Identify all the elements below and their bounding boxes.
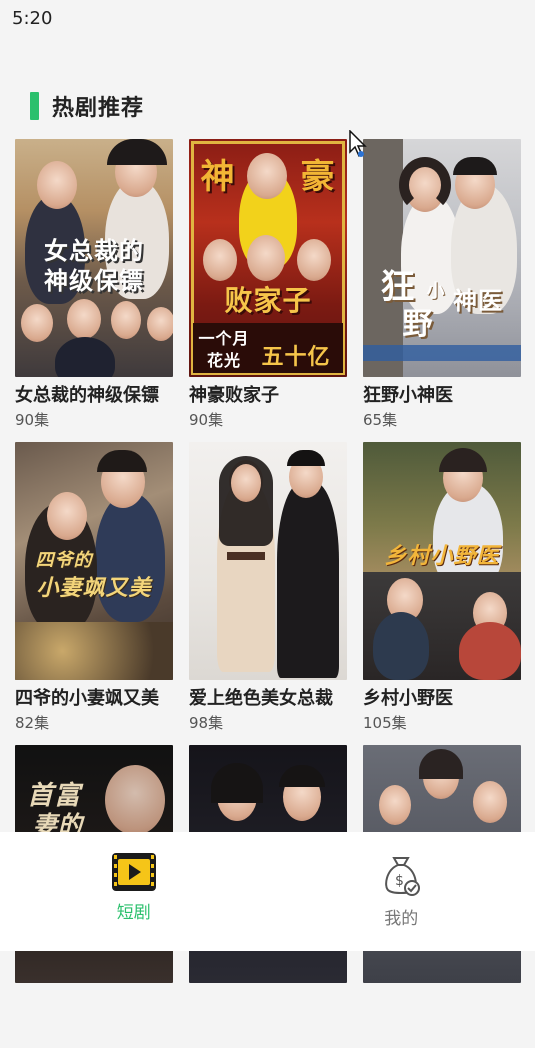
drama-card[interactable]: 乡村小野医 乡村小野医 105集 (363, 442, 521, 745)
drama-title[interactable]: 乡村小野医 (363, 684, 521, 710)
tab-mine[interactable]: $ 我的 (268, 832, 535, 951)
cover-title-line: 乡村小野医 (363, 538, 521, 570)
drama-title[interactable]: 狂野小神医 (363, 381, 521, 407)
cover-title-line: 豪 (239, 149, 347, 198)
drama-cover[interactable]: 四爷的 小妻飒又美 (15, 442, 173, 680)
drama-card[interactable]: 神 豪 败家子 一个月 花光 五十亿 神豪败家子 90集 (189, 139, 347, 442)
section-accent-bar (30, 92, 39, 120)
film-icon (111, 852, 157, 892)
drama-cover[interactable]: 神 豪 败家子 一个月 花光 五十亿 (189, 139, 347, 377)
drama-card[interactable]: 四爷的 小妻飒又美 四爷的小妻飒又美 82集 (15, 442, 173, 745)
status-time: 5:20 (12, 8, 52, 29)
drama-cover[interactable]: 狂 小 神医 野 (363, 139, 521, 377)
mouse-pointer-icon (349, 130, 369, 158)
drama-cover[interactable]: 女总裁的 神级保镖 (15, 139, 173, 377)
cover-title-line: 败家子 (189, 279, 347, 319)
cover-title-line: 野 (363, 299, 497, 343)
drama-cover[interactable]: 乡村小野医 (363, 442, 521, 680)
tab-label: 短剧 (117, 898, 151, 923)
section-header: 热剧推荐 (30, 88, 144, 124)
bottom-tab-bar: 短剧 $ 我的 (0, 832, 535, 951)
money-bag-icon: $ (378, 852, 424, 898)
cover-title-line: 小妻飒又美 (15, 570, 173, 602)
drama-episode-count: 82集 (15, 712, 173, 733)
drama-card[interactable]: 爱上绝色美女总裁 98集 (189, 442, 347, 745)
drama-episode-count: 90集 (15, 409, 173, 430)
drama-card[interactable]: 女总裁的 神级保镖 女总裁的神级保镖 90集 (15, 139, 173, 442)
drama-title[interactable]: 女总裁的神级保镖 (15, 381, 173, 407)
status-bar: 5:20 (0, 0, 535, 40)
section-title: 热剧推荐 (52, 90, 144, 122)
cover-title-line: 五十亿 (217, 339, 347, 371)
drama-title[interactable]: 爱上绝色美女总裁 (189, 684, 347, 710)
drama-episode-count: 105集 (363, 712, 521, 733)
drama-episode-count: 90集 (189, 409, 347, 430)
drama-card[interactable]: 狂 小 神医 野 狂野小神医 65集 (363, 139, 521, 442)
drama-episode-count: 98集 (189, 712, 347, 733)
drama-episode-count: 65集 (363, 409, 521, 430)
drama-title[interactable]: 神豪败家子 (189, 381, 347, 407)
cover-title-line: 四爷的 (15, 546, 143, 572)
tab-short-drama[interactable]: 短剧 (0, 832, 268, 951)
cover-title-line: 神级保镖 (15, 261, 173, 296)
drama-cover[interactable] (189, 442, 347, 680)
drama-title[interactable]: 四爷的小妻飒又美 (15, 684, 173, 710)
tab-label: 我的 (384, 904, 418, 929)
svg-text:$: $ (395, 873, 404, 889)
